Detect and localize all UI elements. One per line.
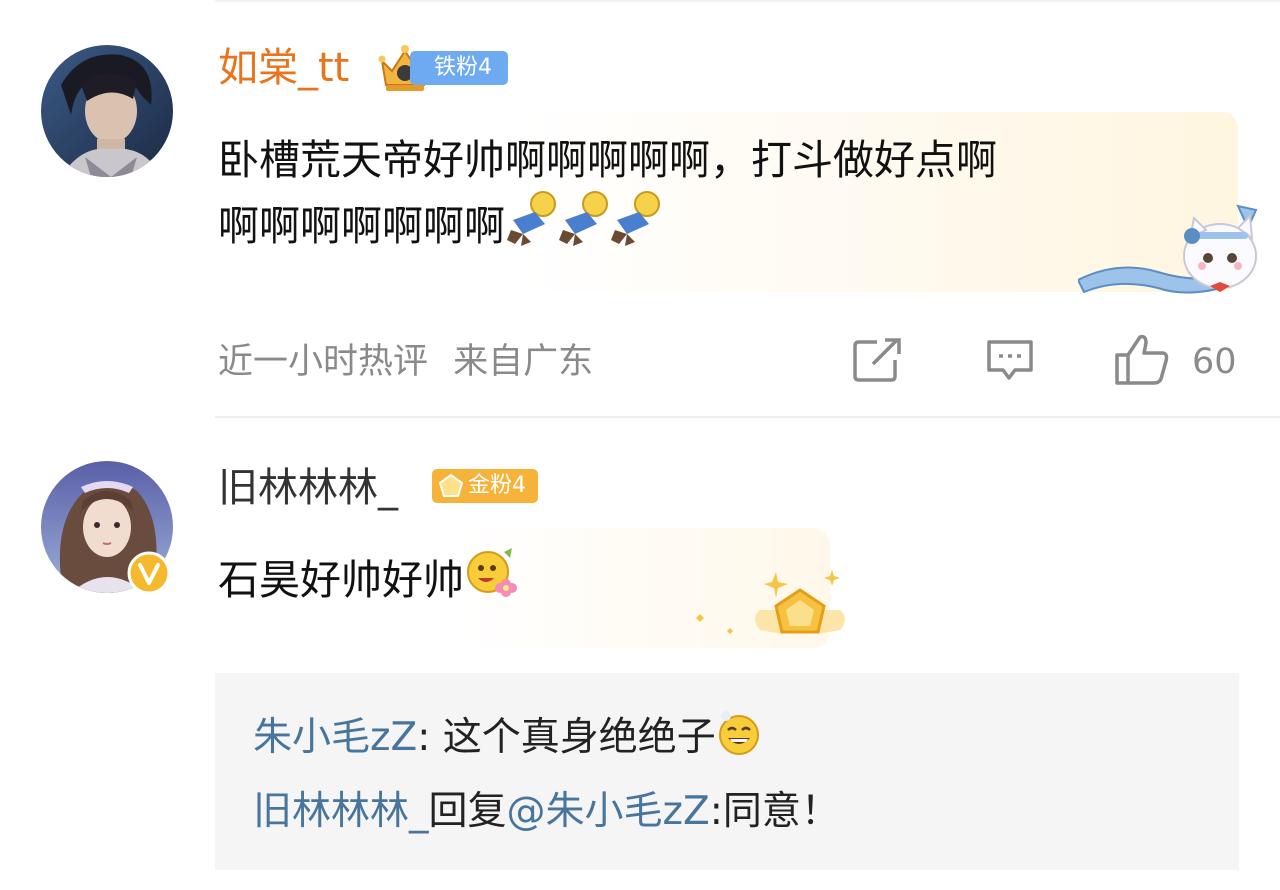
comment-text: 石昊好帅好帅 bbox=[218, 546, 518, 616]
username[interactable]: 如棠_tt bbox=[218, 44, 349, 92]
kneel-emoji-icon bbox=[507, 191, 660, 246]
comment-text-line1: 卧槽荒天帝好帅啊啊啊啊啊，打斗做好点啊 bbox=[218, 136, 997, 184]
fan-badge[interactable]: 金粉4 bbox=[432, 469, 538, 503]
share-icon[interactable] bbox=[853, 338, 903, 382]
comment-time: 近一小时热评 bbox=[218, 342, 429, 382]
comment-feed: 如棠_tt 铁粉4 卧槽荒天帝好帅啊啊啊啊啊，打斗做好点啊 啊啊啊啊啊啊啊 近一… bbox=[0, 0, 1280, 890]
flower-smile-emoji-icon bbox=[467, 548, 517, 597]
like-count: 60 bbox=[1192, 342, 1237, 382]
reply-author[interactable]: 旧林林林_ bbox=[253, 789, 429, 834]
comment-text-content: 石昊好帅好帅 bbox=[218, 556, 464, 604]
cat-decoration-icon bbox=[1078, 204, 1258, 294]
reply-mention[interactable]: @朱小毛zZ bbox=[507, 789, 710, 834]
reply-text: :同意！ bbox=[709, 789, 840, 834]
verified-v-icon bbox=[127, 551, 171, 595]
fan-badge-label: 金粉4 bbox=[468, 473, 526, 498]
thumbs-up-icon[interactable] bbox=[1114, 333, 1170, 387]
reply-colon: : bbox=[417, 715, 431, 760]
flower-emoji-group bbox=[464, 546, 518, 616]
reply-author[interactable]: 朱小毛zZ bbox=[253, 715, 417, 760]
diamond-icon bbox=[438, 473, 464, 497]
divider bbox=[215, 416, 1280, 418]
reply-item[interactable]: 朱小毛zZ: 这个真身绝绝子 bbox=[253, 710, 762, 769]
grin-emoji-icon bbox=[718, 711, 759, 755]
comment-meta: 近一小时热评 来自广东 bbox=[218, 340, 593, 384]
comment-location: 来自广东 bbox=[453, 342, 594, 382]
reply-word: 回复 bbox=[428, 789, 507, 834]
top-divider bbox=[215, 0, 1280, 2]
avatar[interactable] bbox=[41, 45, 173, 177]
gold-badge-decoration-icon bbox=[696, 570, 845, 634]
reply-text: 这个真身绝绝子 bbox=[430, 715, 716, 760]
reply-box[interactable]: 朱小毛zZ: 这个真身绝绝子 旧林林林_回复@朱小毛zZ:同意！ bbox=[215, 673, 1239, 870]
kneel-emoji-group bbox=[505, 190, 661, 262]
comment-icon[interactable] bbox=[985, 338, 1035, 384]
comment-text: 卧槽荒天帝好帅啊啊啊啊啊，打斗做好点啊 啊啊啊啊啊啊啊 bbox=[218, 130, 997, 262]
fan-badge[interactable]: 铁粉4 bbox=[410, 51, 508, 85]
avatar-container[interactable] bbox=[41, 461, 181, 601]
comment-text-line2: 啊啊啊啊啊啊啊 bbox=[218, 202, 505, 250]
reply-item[interactable]: 旧林林林_回复@朱小毛zZ:同意！ bbox=[253, 787, 840, 837]
username[interactable]: 旧林林林_ bbox=[218, 464, 398, 512]
